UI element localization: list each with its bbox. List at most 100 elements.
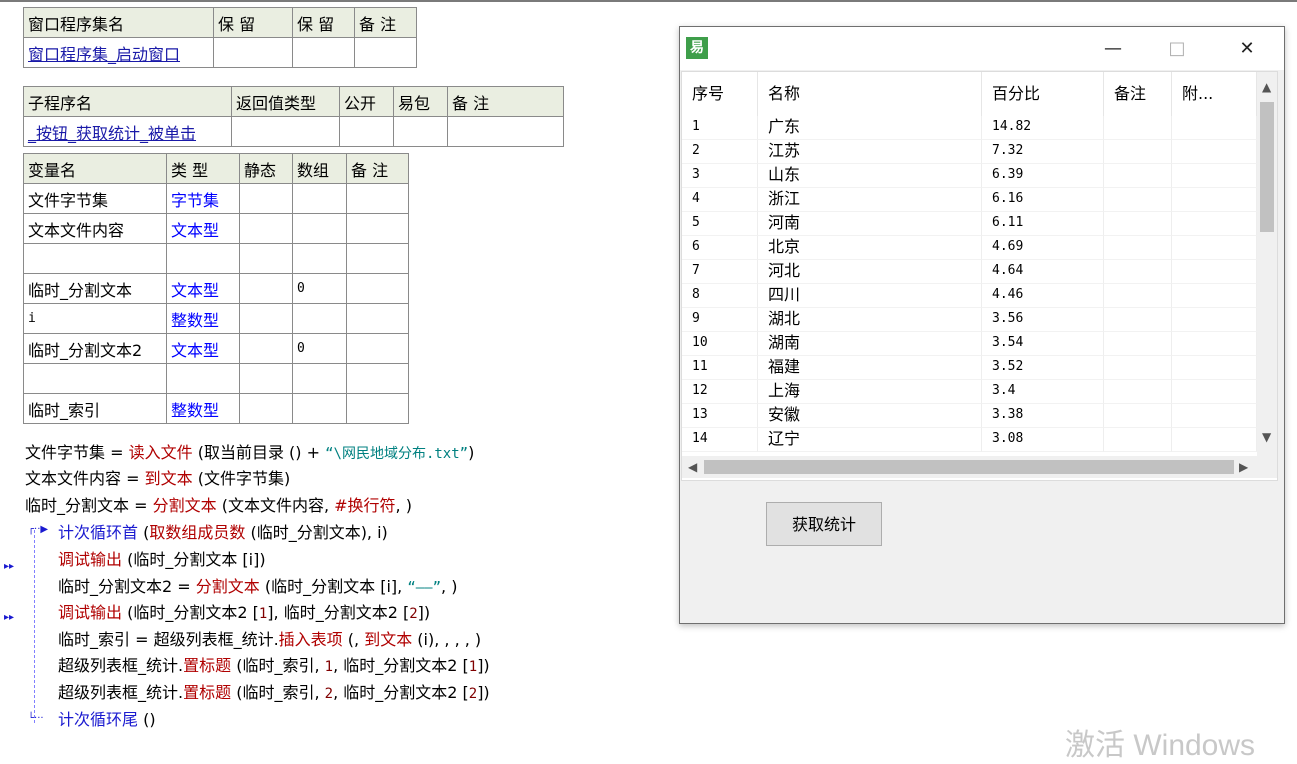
variable-array-cell[interactable] (292, 213, 347, 244)
variable-name-cell[interactable]: i (23, 303, 167, 334)
variable-type-cell[interactable]: 整数型 (166, 393, 240, 424)
variable-remark-cell[interactable] (346, 393, 409, 424)
variable-remark-cell[interactable] (346, 213, 409, 244)
variable-name-cell[interactable] (23, 363, 167, 394)
variable-remark-cell[interactable] (346, 363, 409, 394)
variable-remark-cell[interactable] (346, 333, 409, 364)
list-item[interactable]: 6 北京 4.69 (682, 236, 1257, 260)
variable-name-cell[interactable] (23, 243, 167, 274)
list-item[interactable]: 12 上海 3.4 (682, 380, 1257, 404)
scroll-right-icon[interactable]: ▶ (1239, 460, 1248, 474)
variable-type-cell[interactable]: 文本型 (166, 273, 240, 304)
list-cell-index: 7 (682, 260, 758, 284)
list-item[interactable]: 13 安徽 3.38 (682, 404, 1257, 428)
code-line[interactable]: 计次循环首 (取数组成员数 (临时_分割文本), i) (58, 521, 388, 545)
breakpoint-marker-icon[interactable]: ▸▸ (4, 612, 14, 623)
variable-static-cell[interactable] (239, 393, 293, 424)
variable-array-cell[interactable] (292, 363, 347, 394)
variable-type-cell[interactable]: 整数型 (166, 303, 240, 334)
code-line[interactable]: 临时_分割文本 = 分割文本 (文本文件内容, #换行符, ) (25, 494, 412, 518)
column-header-remark[interactable]: 备注 (1104, 72, 1172, 116)
variable-array-cell[interactable] (292, 243, 347, 274)
easy-package-cell[interactable] (393, 116, 448, 147)
variable-static-cell[interactable] (239, 183, 293, 214)
variable-name-cell[interactable]: 临时_分割文本 (23, 273, 167, 304)
horizontal-scrollbar[interactable]: ◀ ▶ (682, 456, 1257, 478)
code-line[interactable]: 调试输出 (临时_分割文本2 [1], 临时_分割文本2 [2]) (58, 601, 430, 625)
variable-type-cell[interactable]: 字节集 (166, 183, 240, 214)
code-line[interactable]: 文本文件内容 = 到文本 (文件字节集) (25, 467, 290, 491)
subroutine-name-cell[interactable]: _按钮_获取统计_被单击 (23, 116, 232, 147)
variable-remark-cell[interactable] (346, 273, 409, 304)
variable-array-cell[interactable]: 0 (292, 333, 347, 364)
code-line[interactable]: 临时_索引 = 超级列表框_统计.插入表项 (, 到文本 (i), , , , … (58, 628, 481, 652)
code-line[interactable]: 临时_分割文本2 = 分割文本 (临时_分割文本 [i], “——”, ) (58, 575, 457, 599)
list-cell-index: 8 (682, 284, 758, 308)
public-cell[interactable] (339, 116, 394, 147)
scroll-up-icon[interactable]: ▲ (1262, 80, 1271, 94)
title-bar[interactable]: 易 — □ ✕ (680, 27, 1284, 70)
horizontal-scroll-thumb[interactable] (704, 460, 1234, 474)
vertical-scrollbar[interactable]: ▲ ▼ (1257, 72, 1277, 456)
scroll-left-icon[interactable]: ◀ (688, 460, 697, 474)
window-program-name-cell[interactable]: 窗口程序集_启动窗口 (23, 37, 214, 68)
variable-static-cell[interactable] (239, 303, 293, 334)
reserved-cell-2[interactable] (292, 37, 355, 68)
variable-type-cell[interactable]: 文本型 (166, 333, 240, 364)
list-item[interactable]: 4 浙江 6.16 (682, 188, 1257, 212)
code-line[interactable]: 调试输出 (临时_分割文本 [i]) (58, 548, 266, 572)
variable-type-cell[interactable]: 文本型 (166, 213, 240, 244)
column-header-index[interactable]: 序号 (682, 72, 758, 116)
variable-remark-cell[interactable] (346, 303, 409, 334)
close-button[interactable]: ✕ (1224, 33, 1270, 65)
variable-static-cell[interactable] (239, 333, 293, 364)
variable-static-cell[interactable] (239, 273, 293, 304)
list-item[interactable]: 1 广东 14.82 (682, 116, 1257, 140)
code-line[interactable]: 文件字节集 = 读入文件 (取当前目录 () + “\网民地域分布.txt”) (25, 441, 474, 465)
variable-array-cell[interactable] (292, 183, 347, 214)
variable-name-cell[interactable]: 文件字节集 (23, 183, 167, 214)
list-item[interactable]: 8 四川 4.46 (682, 284, 1257, 308)
variable-remark-cell[interactable] (346, 183, 409, 214)
list-item[interactable]: 11 福建 3.52 (682, 356, 1257, 380)
variable-array-cell[interactable]: 0 (292, 273, 347, 304)
variable-static-cell[interactable] (239, 213, 293, 244)
column-header-name[interactable]: 名称 (758, 72, 982, 116)
variable-name-cell[interactable]: 临时_索引 (23, 393, 167, 424)
breakpoint-marker-icon[interactable]: ▸▸ (4, 561, 14, 572)
list-cell-name: 河北 (758, 260, 982, 284)
remark-cell[interactable] (447, 116, 564, 147)
list-cell-extra (1172, 140, 1257, 164)
variable-array-cell[interactable] (292, 303, 347, 334)
vertical-scroll-thumb[interactable] (1260, 102, 1274, 232)
list-item[interactable]: 10 湖南 3.54 (682, 332, 1257, 356)
variable-static-cell[interactable] (239, 363, 293, 394)
variable-name-cell[interactable]: 临时_分割文本2 (23, 333, 167, 364)
list-item[interactable]: 3 山东 6.39 (682, 164, 1257, 188)
list-item[interactable]: 5 河南 6.11 (682, 212, 1257, 236)
statistics-list-view[interactable]: 序号 名称 百分比 备注 附... 1 广东 14.82 2 江苏 7.32 3 山东 6.39… (681, 71, 1278, 481)
variable-type-cell[interactable] (166, 363, 240, 394)
list-item[interactable]: 14 辽宁 3.08 (682, 428, 1257, 452)
list-item[interactable]: 9 湖北 3.56 (682, 308, 1257, 332)
code-line[interactable]: 超级列表框_统计.置标题 (临时_索引, 1, 临时_分割文本2 [1]) (58, 654, 490, 678)
return-type-cell[interactable] (231, 116, 340, 147)
variable-name-cell[interactable]: 文本文件内容 (23, 213, 167, 244)
list-item[interactable]: 2 江苏 7.32 (682, 140, 1257, 164)
code-line[interactable]: 计次循环尾 () (58, 708, 156, 732)
scrollbar-corner (1257, 456, 1277, 478)
get-statistics-button[interactable]: 获取统计 (766, 502, 882, 546)
reserved-cell-1[interactable] (213, 37, 293, 68)
column-header-extra[interactable]: 附... (1172, 72, 1257, 116)
list-item[interactable]: 7 河北 4.64 (682, 260, 1257, 284)
scroll-down-icon[interactable]: ▼ (1262, 430, 1271, 444)
minimize-button[interactable]: — (1090, 33, 1136, 65)
variable-array-cell[interactable] (292, 393, 347, 424)
variable-remark-cell[interactable] (346, 243, 409, 274)
maximize-button[interactable]: □ (1154, 33, 1200, 65)
remark-cell[interactable] (354, 37, 417, 68)
variable-type-cell[interactable] (166, 243, 240, 274)
code-line[interactable]: 超级列表框_统计.置标题 (临时_索引, 2, 临时_分割文本2 [2]) (58, 681, 490, 705)
column-header-percent[interactable]: 百分比 (982, 72, 1104, 116)
variable-static-cell[interactable] (239, 243, 293, 274)
